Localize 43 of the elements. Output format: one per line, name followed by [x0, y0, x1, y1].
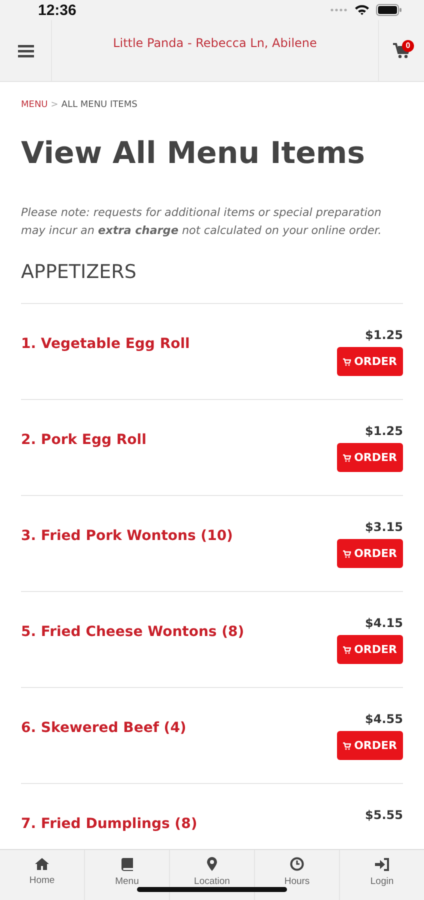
item-price: $5.55 [365, 807, 403, 823]
item-price: $4.55 [365, 711, 403, 727]
battery-icon [376, 4, 402, 16]
cart-badge: 0 [402, 40, 414, 52]
menu-icon [18, 44, 34, 58]
order-button[interactable]: ORDER [337, 347, 403, 376]
item-name[interactable]: 2. Pork Egg Roll [21, 432, 146, 448]
cart-button[interactable]: 0 [378, 20, 424, 81]
home-icon [35, 858, 49, 870]
breadcrumb-current: ALL MENU ITEMS [61, 100, 138, 110]
cart-icon [343, 646, 352, 654]
signal-icon [330, 7, 348, 13]
clock-icon [290, 857, 304, 871]
item-name[interactable]: 1. Vegetable Egg Roll [21, 336, 190, 352]
nav-tab[interactable]: Home [0, 850, 85, 900]
item-price: $3.15 [365, 519, 403, 535]
order-button[interactable]: ORDER [337, 731, 403, 760]
item-price: $1.25 [365, 423, 403, 439]
section-heading: APPETIZERS [21, 258, 403, 304]
nav-tab[interactable]: Login [340, 850, 424, 900]
item-name[interactable]: 3. Fried Pork Wontons (10) [21, 528, 233, 544]
book-icon [121, 858, 133, 870]
order-button[interactable]: ORDER [337, 635, 403, 664]
item-name[interactable]: 7. Fried Dumplings (8) [21, 816, 198, 832]
item-name[interactable]: 6. Skewered Beef (4) [21, 720, 186, 736]
order-note: Please note: requests for additional items or special preparation may incur an extra charge not calculated on your online order. [21, 205, 383, 239]
item-name[interactable]: 5. Fried Cheese Wontons (8) [21, 624, 244, 640]
location-pin-icon [207, 857, 217, 871]
restaurant-title[interactable]: Little Panda - Rebecca Ln, Abilene [52, 20, 378, 81]
order-button[interactable]: ORDER [337, 539, 403, 568]
cart-icon [343, 742, 352, 750]
login-icon [374, 858, 390, 870]
wifi-icon [354, 4, 370, 16]
order-button[interactable]: ORDER [337, 443, 403, 472]
item-price: $1.25 [365, 327, 403, 343]
cart-icon [343, 358, 352, 366]
cart-icon [343, 550, 352, 558]
item-price: $4.15 [365, 615, 403, 631]
breadcrumb-link[interactable]: MENU [21, 100, 48, 110]
cart-icon [343, 454, 352, 462]
breadcrumb-separator: > [50, 100, 58, 110]
status-time: 12:36 [38, 2, 76, 18]
page-title: View All Menu Items [21, 135, 366, 173]
